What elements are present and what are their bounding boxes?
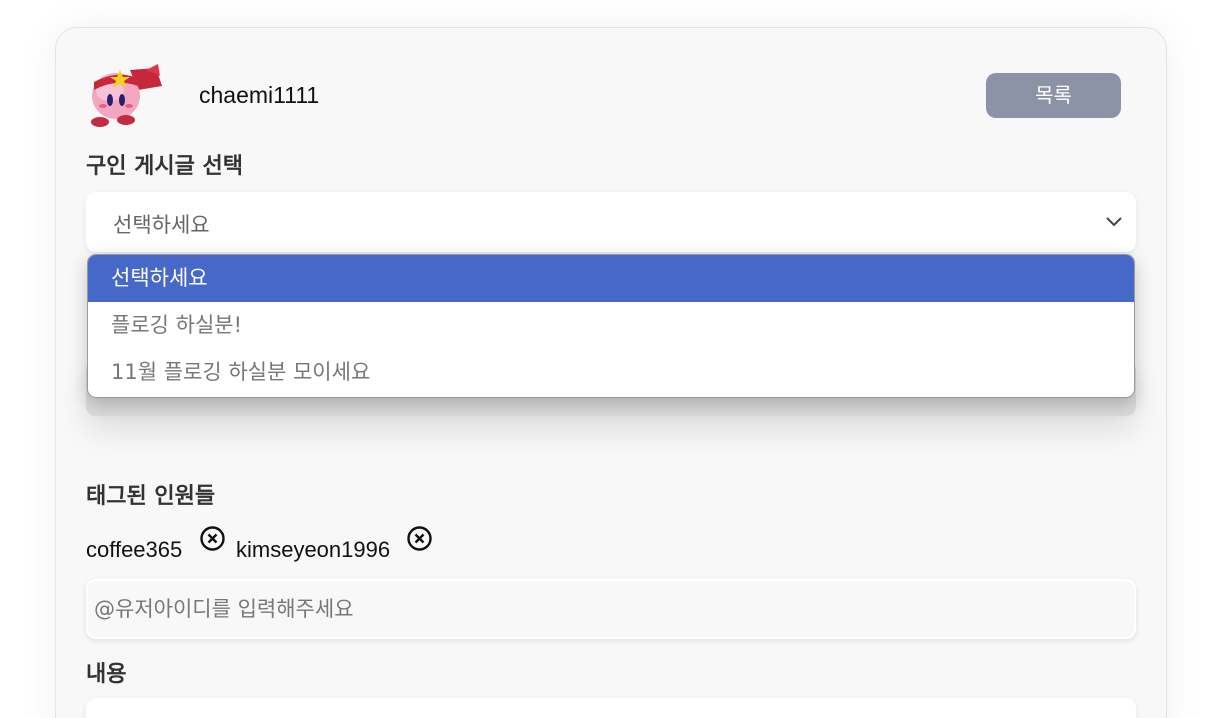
remove-tag-icon[interactable] (406, 525, 433, 552)
post-select[interactable]: 선택하세요 (86, 192, 1136, 252)
remove-tag-icon[interactable] (199, 525, 226, 552)
dropdown-option[interactable]: 11월 플로깅 하실분 모이세요 (88, 349, 1134, 396)
list-button[interactable]: 목록 (986, 73, 1121, 118)
avatar (91, 64, 162, 127)
content-label: 내용 (86, 662, 127, 687)
tagged-users-label: 태그된 인원들 (86, 484, 216, 509)
tag-user-input[interactable] (86, 579, 1136, 639)
post-select-value: 선택하세요 (113, 213, 210, 237)
tag-username: coffee365 (86, 537, 183, 562)
chevron-down-icon (1106, 217, 1122, 227)
post-select-label: 구인 게시글 선택 (86, 154, 243, 179)
username: chaemi1111 (199, 82, 320, 108)
tag-username: kimseyeon1996 (236, 537, 391, 562)
dropdown-option[interactable]: 플로깅 하실분! (88, 302, 1134, 349)
post-select-dropdown: 선택하세요 플로깅 하실분! 11월 플로깅 하실분 모이세요 (87, 254, 1135, 398)
content-textarea[interactable] (86, 698, 1136, 718)
dropdown-option[interactable]: 선택하세요 (88, 255, 1134, 302)
